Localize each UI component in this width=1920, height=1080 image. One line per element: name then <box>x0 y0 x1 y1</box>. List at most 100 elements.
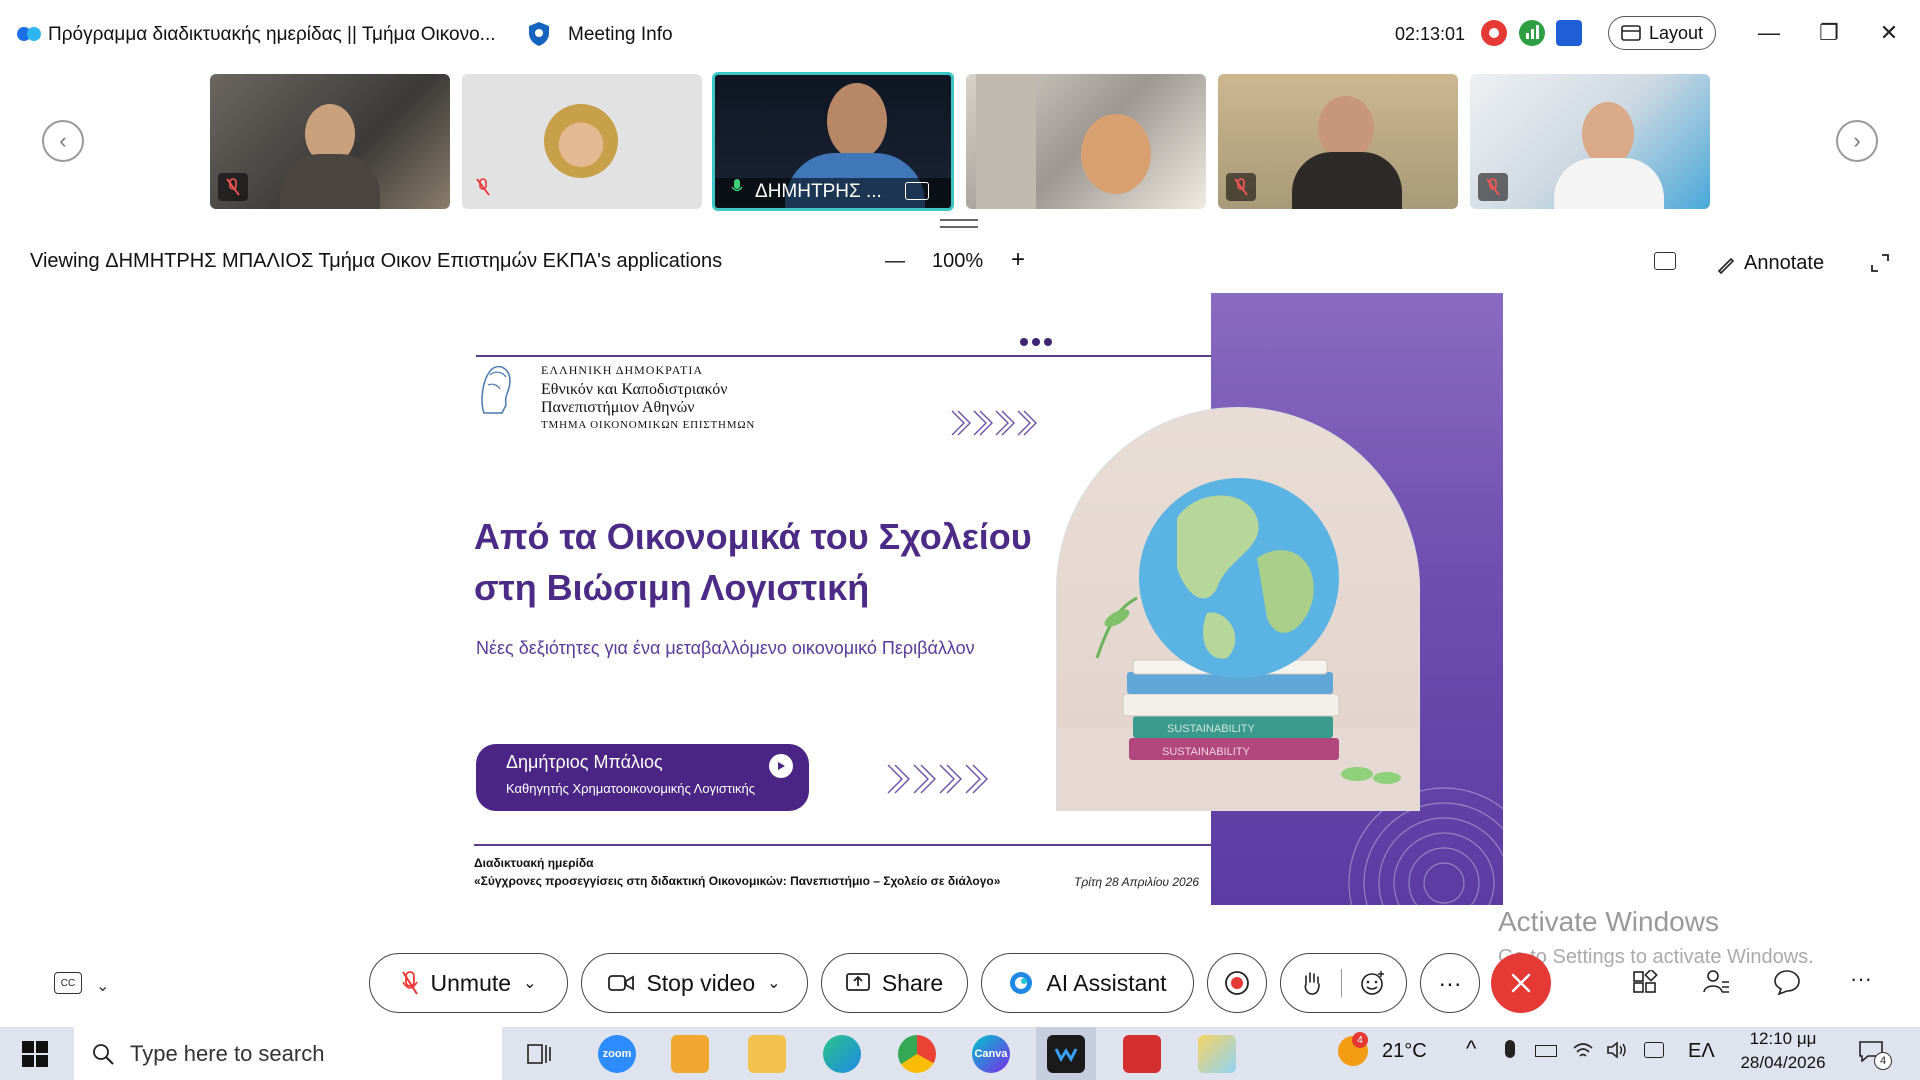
footer-date: Τρίτη 28 Απριλίου 2026 <box>1074 875 1200 889</box>
record-button[interactable] <box>1207 953 1267 1013</box>
speaker-badge: Δημήτριος Μπάλιος Καθηγητής Χρηματοοικον… <box>476 744 809 811</box>
participant-tile[interactable] <box>1470 74 1710 209</box>
taskbar-search-box[interactable]: Type here to search <box>74 1027 502 1080</box>
input-language[interactable]: ΕΛ <box>1688 1040 1715 1063</box>
chevron-left-icon: ‹ <box>59 128 67 153</box>
webex-app-icon[interactable] <box>1047 1035 1085 1073</box>
chevron-down-icon[interactable]: ⌄ <box>767 973 780 993</box>
raise-hand-icon[interactable] <box>1301 970 1323 996</box>
footer-event-title: «Σύγχρονες προσεγγίσεις στη διδακτική Οι… <box>474 874 1001 888</box>
notes-icon[interactable] <box>1556 20 1582 46</box>
resize-handle[interactable] <box>940 219 978 228</box>
zoom-level[interactable]: 100% <box>932 250 983 273</box>
participants-icon[interactable] <box>1702 968 1730 996</box>
viewing-label: Viewing ΔΗΜΗΤΡΗΣ ΜΠΑΛΙΟΣ Τμήμα Οικον Επι… <box>30 250 723 272</box>
shield-icon[interactable] <box>528 21 550 47</box>
layout-icon <box>1621 25 1641 41</box>
university-crest-icon <box>481 365 511 414</box>
share-button[interactable]: Share <box>821 953 968 1013</box>
prev-participants-button[interactable]: ‹ <box>42 120 84 162</box>
chevron-down-icon[interactable]: ⌄ <box>96 976 109 996</box>
meet-now-icon[interactable] <box>1644 1042 1664 1058</box>
reactions-group <box>1280 953 1407 1013</box>
mic-muted-icon <box>1478 173 1508 201</box>
share-screen-icon <box>845 973 870 991</box>
participant-face <box>827 83 887 159</box>
activate-windows-title: Activate Windows <box>1498 906 1719 937</box>
speaker-name: Δημήτριος Μπάλιος <box>506 752 663 772</box>
more-dots-icon <box>1020 338 1052 346</box>
windows-start-icon[interactable] <box>22 1041 48 1067</box>
chevron-down-icon[interactable]: ⌄ <box>523 973 536 993</box>
ai-assistant-button[interactable]: AI Assistant <box>981 953 1194 1013</box>
acrobat-app-icon[interactable] <box>1123 1035 1161 1073</box>
paint-app-icon[interactable] <box>1198 1035 1236 1073</box>
battery-icon[interactable] <box>1535 1045 1557 1057</box>
participant-body <box>1554 158 1664 209</box>
search-icon <box>93 1043 114 1065</box>
clock-date: 28/04/2026 <box>1740 1053 1826 1072</box>
mic-on-icon <box>731 178 743 201</box>
avatar <box>544 104 618 178</box>
unmute-button[interactable]: Unmute ⌄ <box>369 953 568 1013</box>
mic-muted-icon <box>218 173 248 201</box>
participant-tile[interactable] <box>462 74 702 209</box>
chat-icon[interactable] <box>1773 968 1801 996</box>
task-view-icon[interactable] <box>526 1041 552 1067</box>
chevron-up-icon[interactable]: ^ <box>1466 1036 1476 1062</box>
taskbar-clock[interactable]: 12:10 μμ 28/04/2026 <box>1738 1029 1828 1073</box>
temperature-label[interactable]: 21°C <box>1382 1040 1427 1063</box>
participant-body <box>280 154 380 209</box>
fullscreen-icon[interactable] <box>1870 253 1890 273</box>
meeting-timer: 02:13:01 <box>1395 24 1466 44</box>
participant-tile[interactable] <box>210 74 450 209</box>
webex-logo-icon <box>17 27 41 41</box>
next-participants-button[interactable]: › <box>1836 120 1878 162</box>
closed-captions-icon[interactable]: CC <box>54 972 82 994</box>
participant-body <box>1292 152 1402 209</box>
window-background <box>976 74 1036 209</box>
emoji-reaction-icon[interactable] <box>1360 970 1386 996</box>
overflow-menu-button[interactable]: ··· <box>1850 966 1872 992</box>
layout-label: Layout <box>1648 22 1704 43</box>
participant-name: ΔΗΜΗΤΡΗΣ ... <box>755 181 882 202</box>
minimize-button[interactable]: — <box>1754 18 1784 48</box>
recording-indicator-icon[interactable] <box>1481 20 1507 46</box>
annotate-label: Annotate <box>1744 252 1825 274</box>
zoom-app-icon[interactable]: zoom <box>598 1035 636 1073</box>
view-options-icon[interactable] <box>1654 252 1676 270</box>
pen-icon <box>1717 257 1735 274</box>
annotate-button[interactable]: Annotate <box>1716 252 1824 275</box>
restore-button[interactable]: ❐ <box>1814 18 1844 48</box>
share-label: Share <box>881 969 944 996</box>
edge-browser-icon[interactable] <box>823 1035 861 1073</box>
book-spine-label: SUSTAINABILITY <box>1162 746 1250 758</box>
microphone-icon[interactable] <box>1505 1040 1515 1058</box>
canva-app-icon[interactable]: Canva <box>972 1035 1010 1073</box>
more-options-button[interactable]: ··· <box>1420 953 1480 1013</box>
participant-tile[interactable] <box>1218 74 1458 209</box>
mic-muted-icon <box>401 971 418 995</box>
outlook-calendar-icon[interactable] <box>671 1035 709 1073</box>
participant-tile-active[interactable]: ΔΗΜΗΤΡΗΣ ... <box>712 72 954 211</box>
slide-subtitle: Νέες δεξιότητες για ένα μεταβαλλόμενο οι… <box>476 638 975 658</box>
speaker-volume-icon[interactable] <box>1606 1040 1628 1060</box>
layout-button[interactable]: Layout <box>1608 16 1716 50</box>
close-window-button[interactable]: ✕ <box>1874 18 1904 48</box>
stop-video-button[interactable]: Stop video ⌄ <box>581 953 808 1013</box>
participant-tile[interactable] <box>966 74 1206 209</box>
close-icon <box>1511 973 1531 993</box>
leave-meeting-button[interactable] <box>1491 953 1551 1013</box>
zoom-out-button[interactable]: — <box>885 250 905 273</box>
chrome-browser-icon[interactable] <box>898 1035 936 1073</box>
wifi-icon[interactable] <box>1572 1040 1594 1060</box>
chevron-right-icon: › <box>1853 128 1861 153</box>
network-stats-icon[interactable] <box>1519 20 1545 46</box>
file-explorer-icon[interactable] <box>748 1035 786 1073</box>
participant-face <box>1318 96 1374 160</box>
meeting-info-button[interactable]: Meeting Info <box>568 24 673 46</box>
apps-icon[interactable] <box>1632 970 1658 996</box>
slide-title-line2: στη Βιώσιμη Λογιστική <box>474 567 870 608</box>
globe-on-books-image: SUSTAINABILITY SUSTAINABILITY <box>1057 478 1419 810</box>
zoom-in-button[interactable]: + <box>1011 246 1025 274</box>
